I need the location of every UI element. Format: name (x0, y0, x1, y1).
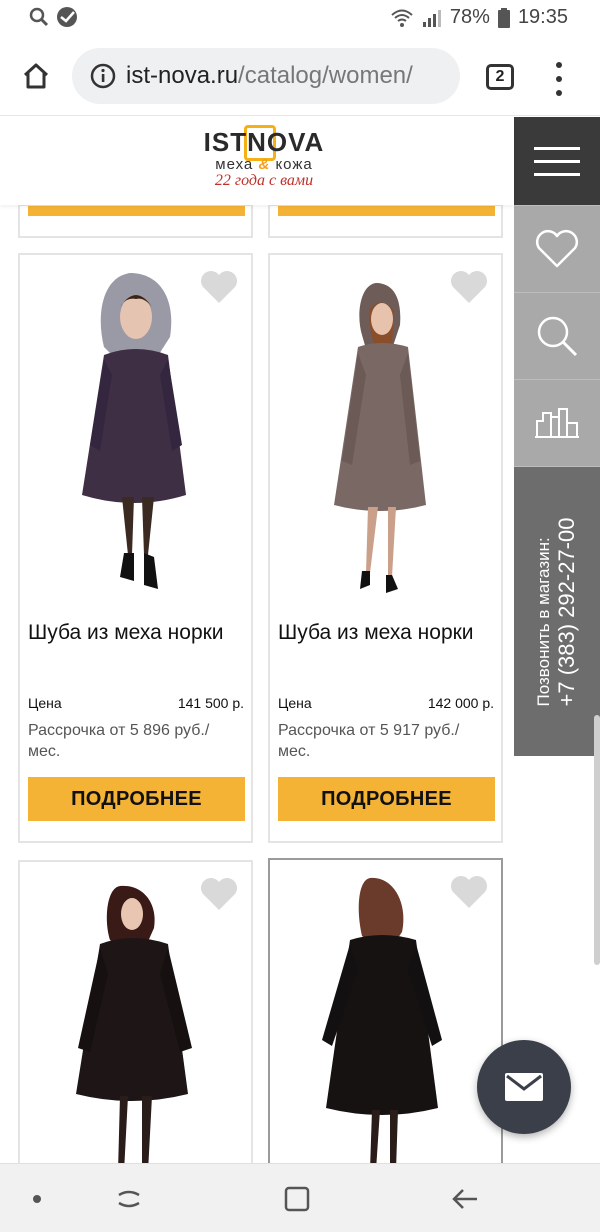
details-button[interactable]: ПОДРОБНЕЕ (278, 777, 495, 821)
call-store-link[interactable]: Позвонить в магазин: +7 (383) 292-27-00 (514, 466, 600, 756)
favorite-heart-icon[interactable] (449, 269, 489, 305)
favorite-heart-icon[interactable] (199, 876, 239, 912)
installment-text: Рассрочка от 5 896 руб./ мес. (28, 722, 210, 760)
side-rail: Позвонить в магазин: +7 (383) 292-27-00 (514, 117, 600, 757)
home-icon (23, 63, 49, 89)
call-label: Позвонить в магазин: (534, 536, 553, 706)
installment-text: Рассрочка от 5 917 руб./ мес. (278, 722, 460, 760)
product-title[interactable]: Шуба из меха норки (28, 622, 243, 643)
sber-icon (57, 7, 77, 27)
product-card-partial (18, 204, 253, 238)
scrollbar[interactable] (594, 715, 600, 965)
product-card-partial (268, 204, 503, 238)
price-label: Цена (278, 695, 312, 711)
battery-icon (497, 7, 510, 28)
details-button[interactable] (278, 206, 495, 216)
mail-button[interactable] (477, 1040, 571, 1134)
dot-icon[interactable] (20, 1182, 54, 1216)
url-path: /catalog/women/ (238, 62, 413, 89)
more-vert-icon[interactable] (552, 62, 566, 96)
product-card[interactable]: Шуба из меха норки Цена 142 000 р. Расср… (268, 253, 503, 843)
details-button[interactable]: ПОДРОБНЕЕ (28, 777, 245, 821)
browser-toolbar: ist-nova.ru/catalog/women/ 2 (0, 38, 600, 116)
hamburger-icon[interactable] (514, 117, 600, 205)
site-header: ISTNOVA меха & кожа 22 года с вами (0, 117, 514, 205)
mail-icon (505, 1073, 543, 1101)
url-host: ist-nova.ru (126, 62, 239, 89)
system-navbar (0, 1163, 600, 1232)
logo-subtitle: меха & кожа (215, 156, 313, 173)
product-image[interactable] (270, 255, 501, 607)
home-button[interactable] (18, 58, 54, 94)
heart-icon (535, 229, 579, 268)
price-value: 141 500 р. (177, 695, 244, 711)
site-logo[interactable]: ISTNOVA меха & кожа 22 года с вами (198, 127, 330, 190)
logo-brand: ISTNOVA (203, 127, 325, 157)
favorite-heart-icon[interactable] (449, 874, 489, 910)
product-image[interactable] (20, 255, 251, 607)
address-bar[interactable]: ist-nova.ru/catalog/women/ (72, 48, 460, 104)
url-text: ist-nova.ru/catalog/women/ (126, 62, 413, 90)
tab-switcher-button[interactable]: 2 (486, 64, 514, 90)
wifi-icon (391, 9, 413, 27)
signal-icon (422, 9, 441, 27)
recents-icon[interactable] (112, 1182, 146, 1216)
product-image[interactable] (270, 860, 501, 1176)
favorites-button[interactable] (514, 205, 600, 292)
back-icon[interactable] (448, 1182, 482, 1216)
product-card[interactable] (18, 860, 253, 1180)
product-card[interactable]: Шуба из меха норки Цена 141 500 р. Расср… (18, 253, 253, 843)
product-image[interactable] (20, 862, 251, 1178)
price-value: 142 000 р. (427, 695, 494, 711)
stores-button[interactable] (514, 379, 600, 466)
search-button[interactable] (514, 292, 600, 379)
favorite-heart-icon[interactable] (199, 269, 239, 305)
battery-percent: 78% (449, 6, 490, 28)
details-button[interactable] (28, 206, 245, 216)
price-row: Цена 142 000 р. (278, 695, 494, 711)
price-row: Цена 141 500 р. (28, 695, 244, 711)
search-icon (29, 7, 49, 27)
clock: 19:35 (517, 6, 568, 28)
logo-tagline: 22 года с вами (214, 172, 314, 189)
info-icon[interactable] (90, 63, 116, 89)
store-icon (535, 408, 579, 438)
phone-number[interactable]: +7 (383) 292-27-00 (554, 517, 580, 706)
product-title[interactable]: Шуба из меха норки (278, 622, 493, 643)
search-icon (537, 316, 578, 357)
home-square-icon[interactable] (280, 1182, 314, 1216)
product-card[interactable] (268, 858, 503, 1178)
status-bar: 78% 19:35 (0, 0, 600, 38)
price-label: Цена (28, 695, 62, 711)
